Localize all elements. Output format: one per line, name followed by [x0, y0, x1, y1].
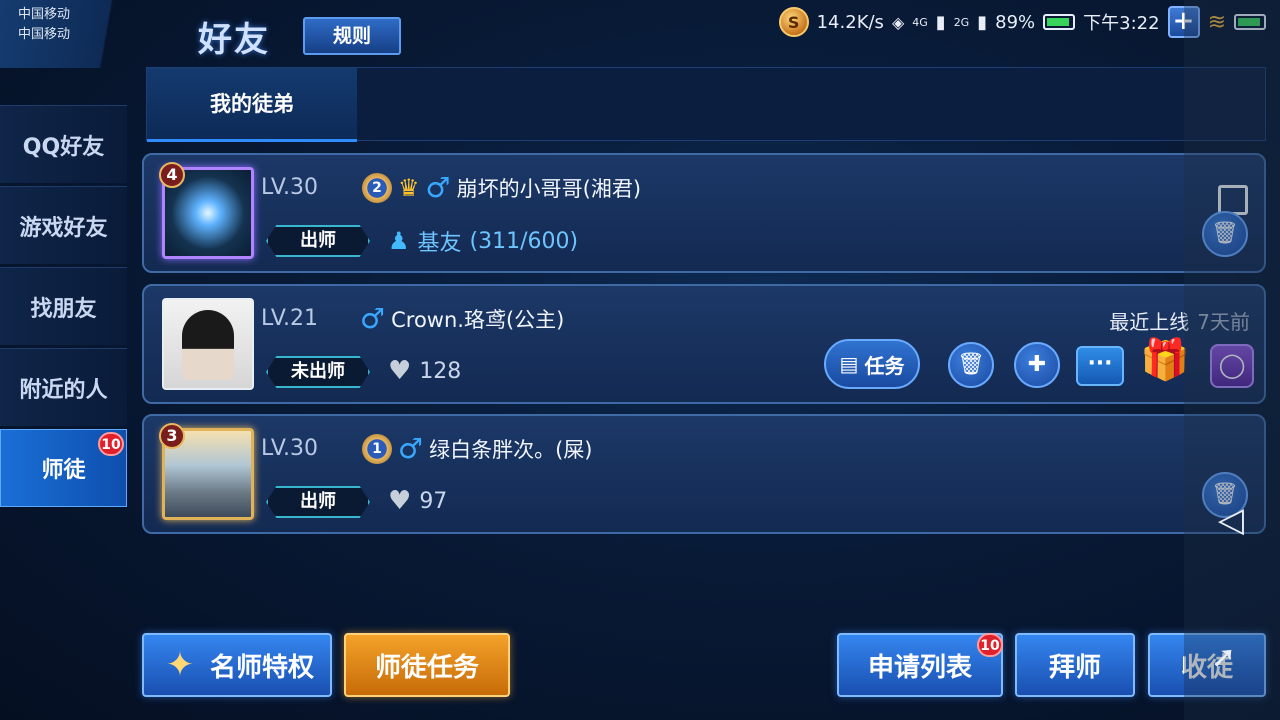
player-name: 绿白条胖次。(屎)	[429, 437, 593, 462]
battery-icon	[1043, 14, 1076, 30]
male-icon: ♂	[398, 432, 424, 465]
avatar[interactable]: 4	[159, 162, 254, 259]
signal-2: 2G	[953, 15, 970, 29]
sidebar: QQ好友 游戏好友 找朋友 附近的人 师徒 10	[0, 105, 127, 510]
level-label: LV.21	[261, 306, 319, 331]
become-apprentice-button[interactable]: 拜师	[1015, 633, 1135, 697]
coin-icon: S	[778, 7, 809, 37]
signal-bars-icon: ▮	[935, 11, 946, 33]
add-team-icon: ✚	[1027, 352, 1047, 377]
time: 下午3:22	[1083, 13, 1160, 34]
become-apprentice-label: 拜师	[1048, 652, 1101, 683]
name-line: ♂ Crown.珞鸢(公主)	[360, 302, 564, 335]
sidebar-item-label: 附近的人	[19, 377, 108, 403]
delete-button[interactable]: 🗑	[948, 342, 994, 388]
task-list-icon: ▤	[839, 352, 859, 376]
apprentice-row[interactable]: 3 LV.30 1 ♂ 绿白条胖次。(屎) 出师 ♥ 97 🗑	[142, 414, 1266, 534]
wifi-status-icon: ◈	[891, 12, 905, 32]
relation-count: (311/600)	[469, 228, 579, 254]
rules-button[interactable]: 规则	[303, 17, 401, 55]
notification-badge: 10	[98, 432, 124, 456]
task-label: 任务	[864, 353, 905, 378]
task-button[interactable]: ▤ 任务	[824, 339, 920, 389]
relation-label: 基友	[417, 231, 462, 256]
carrier-info: 中国移动 中国移动	[18, 5, 70, 45]
network-speed: 14.2K/s	[816, 11, 884, 33]
sidebar-item-qq-friends[interactable]: QQ好友	[0, 105, 127, 183]
sidebar-item-label: QQ好友	[22, 134, 105, 160]
status-bar: 中国移动 中国移动 S 14.2K/s ◈ 4G ▮ 2G ▮ 89% 下午3:…	[0, 0, 1280, 68]
player-name: Crown.珞鸢(公主)	[391, 307, 565, 332]
male-icon: ♂	[425, 171, 451, 204]
master-privilege-button[interactable]: ✦ 名师特权	[142, 633, 332, 697]
mentor-tasks-label: 师徒任务	[374, 652, 479, 683]
notification-badge: 10	[977, 633, 1003, 657]
name-line: 2 ♛ ♂ 崩坏的小哥哥(湘君)	[362, 171, 641, 204]
status-tag: 出师	[266, 486, 370, 518]
gift-icon[interactable]: 🎁	[1140, 336, 1190, 383]
tab-my-apprentices[interactable]: 我的徒弟	[147, 68, 357, 142]
crown-icon: ♛	[398, 173, 420, 202]
player-name: 崩坏的小哥哥(湘君)	[456, 176, 642, 201]
tab-bar: 我的徒弟	[146, 67, 1266, 142]
heart-icon: ♥	[388, 356, 412, 386]
sidebar-item-label: 师徒	[41, 458, 86, 483]
sidebar-item-nearby[interactable]: 附近的人	[0, 348, 127, 426]
status-tag: 出师	[266, 225, 370, 257]
apprentice-row[interactable]: LV.21 ♂ Crown.珞鸢(公主) 最近上线 7天前 未出师 ♥ 128 ▤…	[142, 284, 1266, 404]
master-privilege-label: 名师特权	[209, 652, 314, 683]
page-title: 好友	[198, 20, 270, 60]
intimacy-line: ♥ 97	[388, 486, 447, 516]
system-nav-bar	[1184, 0, 1280, 720]
level-label: LV.30	[261, 436, 319, 461]
sidebar-item-label: 找朋友	[30, 296, 97, 322]
rank-badge: 4	[159, 162, 185, 188]
carrier-2: 中国移动	[18, 27, 71, 42]
apprentice-row[interactable]: 4 LV.30 2 ♛ ♂ 崩坏的小哥哥(湘君) 出师 ♟ 基友 (311/60…	[142, 153, 1266, 273]
star-emblem-icon: ✦	[165, 645, 195, 685]
apply-list-button[interactable]: 申请列表 10	[837, 633, 1003, 697]
sidebar-item-game-friends[interactable]: 游戏好友	[0, 186, 127, 264]
intimacy-value: 128	[419, 358, 462, 384]
avatar[interactable]: 3	[159, 423, 254, 520]
status-tag: 未出师	[266, 356, 370, 388]
last-online-label: 最近上线	[1109, 310, 1190, 334]
sidebar-item-find-friends[interactable]: 找朋友	[0, 267, 127, 345]
intimacy-line: ♥ 128	[388, 356, 461, 386]
avatar[interactable]	[162, 298, 254, 390]
chat-icon: ···	[1087, 351, 1113, 376]
carrier-1: 中国移动	[18, 7, 71, 22]
chat-button[interactable]: ···	[1076, 346, 1124, 386]
battery-percent: 89%	[995, 11, 1036, 33]
back-nav-icon[interactable]: ◁	[1218, 500, 1244, 540]
sidebar-item-mentor[interactable]: 师徒 10	[0, 429, 127, 507]
rank-medal-icon: 1	[362, 433, 392, 464]
invite-team-button[interactable]: ✚	[1014, 342, 1060, 388]
arrow-nav-icon[interactable]: ➚	[1211, 640, 1236, 675]
intimacy-value: 97	[419, 488, 448, 514]
apply-list-label: 申请列表	[867, 652, 972, 683]
rank-medal-icon: 2	[362, 172, 392, 203]
rank-badge: 3	[159, 423, 185, 449]
name-line: 1 ♂ 绿白条胖次。(屎)	[362, 432, 593, 465]
level-label: LV.30	[261, 175, 319, 200]
mentor-tasks-button[interactable]: 师徒任务	[344, 633, 510, 697]
person-icon: ♟	[388, 227, 410, 255]
heart-icon: ♥	[388, 486, 412, 516]
avatar-portrait	[182, 310, 234, 380]
relation-line: ♟ 基友 (311/600)	[388, 225, 578, 257]
male-icon: ♂	[360, 302, 386, 335]
signal-bars-2-icon: ▮	[977, 11, 988, 33]
signal-1: 4G	[912, 15, 928, 29]
sidebar-item-label: 游戏好友	[19, 215, 108, 241]
trash-icon: 🗑	[957, 352, 985, 377]
